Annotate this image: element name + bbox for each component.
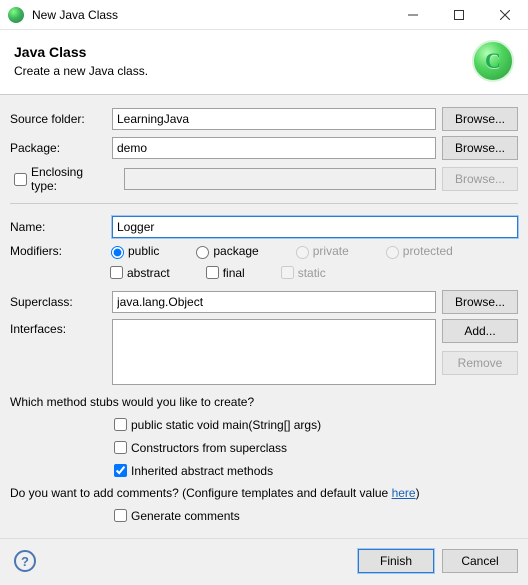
modifiers-label: Modifiers: bbox=[10, 244, 106, 258]
generate-comments[interactable]: Generate comments bbox=[110, 506, 240, 525]
package-input[interactable] bbox=[112, 137, 436, 159]
interfaces-remove-button: Remove bbox=[442, 351, 518, 375]
modifier-abstract[interactable]: abstract bbox=[106, 263, 170, 282]
wizard-title: Java Class bbox=[14, 44, 472, 60]
modifier-protected: protected bbox=[381, 243, 453, 259]
titlebar: New Java Class bbox=[0, 0, 528, 30]
close-button[interactable] bbox=[482, 0, 528, 30]
app-icon bbox=[8, 7, 24, 23]
stub-main[interactable]: public static void main(String[] args) bbox=[110, 415, 321, 434]
cancel-button[interactable]: Cancel bbox=[442, 549, 518, 573]
enclosing-type-label: Enclosing type: bbox=[31, 165, 106, 193]
superclass-input[interactable] bbox=[112, 291, 436, 313]
source-folder-input[interactable] bbox=[112, 108, 436, 130]
modifier-private: private bbox=[291, 243, 349, 259]
interfaces-label: Interfaces: bbox=[10, 319, 106, 336]
stub-constructors[interactable]: Constructors from superclass bbox=[110, 438, 287, 457]
modifier-final[interactable]: final bbox=[202, 263, 245, 282]
enclosing-type-checkbox[interactable] bbox=[14, 173, 27, 186]
help-icon[interactable]: ? bbox=[14, 550, 36, 572]
minimize-button[interactable] bbox=[390, 0, 436, 30]
modifier-static: static bbox=[277, 263, 326, 282]
separator bbox=[10, 203, 518, 204]
window-title: New Java Class bbox=[32, 8, 118, 22]
wizard-subtitle: Create a new Java class. bbox=[14, 64, 472, 78]
interfaces-add-button[interactable]: Add... bbox=[442, 319, 518, 343]
package-browse-button[interactable]: Browse... bbox=[442, 136, 518, 160]
stubs-question: Which method stubs would you like to cre… bbox=[10, 395, 518, 409]
source-folder-label: Source folder: bbox=[10, 112, 106, 126]
superclass-label: Superclass: bbox=[10, 295, 106, 309]
class-icon: C bbox=[472, 40, 514, 82]
name-input[interactable] bbox=[112, 216, 518, 238]
enclosing-type-browse-button: Browse... bbox=[442, 167, 518, 191]
comments-question: Do you want to add comments? (Configure … bbox=[10, 486, 518, 500]
stub-inherited[interactable]: Inherited abstract methods bbox=[110, 461, 273, 480]
maximize-button[interactable] bbox=[436, 0, 482, 30]
modifier-package[interactable]: package bbox=[191, 243, 258, 259]
name-label: Name: bbox=[10, 220, 106, 234]
configure-link[interactable]: here bbox=[392, 486, 416, 500]
enclosing-type-check[interactable]: Enclosing type: bbox=[10, 165, 106, 193]
package-label: Package: bbox=[10, 141, 106, 155]
footer: ? Finish Cancel bbox=[0, 538, 528, 585]
modifier-public[interactable]: public bbox=[106, 243, 159, 259]
superclass-browse-button[interactable]: Browse... bbox=[442, 290, 518, 314]
source-folder-browse-button[interactable]: Browse... bbox=[442, 107, 518, 131]
interfaces-list[interactable] bbox=[112, 319, 436, 385]
enclosing-type-input bbox=[124, 168, 436, 190]
finish-button[interactable]: Finish bbox=[358, 549, 434, 573]
wizard-header: Java Class Create a new Java class. C bbox=[0, 30, 528, 95]
